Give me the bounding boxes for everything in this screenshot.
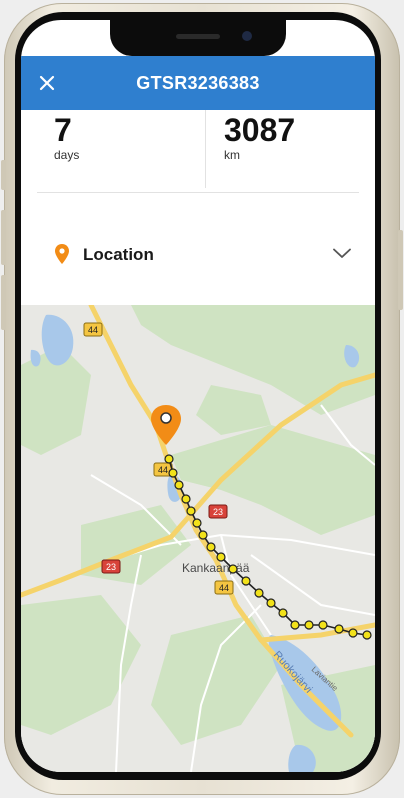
front-camera [242, 31, 252, 41]
route-point [348, 628, 358, 638]
route-shield-23-left: 23 [101, 559, 121, 574]
route-point [174, 480, 184, 490]
route-point [206, 542, 216, 552]
route-point [228, 564, 238, 574]
route-shield-44-top: 44 [83, 322, 103, 337]
svg-text:23: 23 [213, 507, 223, 517]
map-view[interactable]: 44 44 44 23 23 Kankaanpää Ruokojärvi Lav… [21, 305, 375, 772]
route-point [198, 530, 208, 540]
route-point [304, 620, 314, 630]
town-label: Kankaanpää [182, 561, 250, 575]
stat-days: 7 days [54, 110, 79, 192]
section-divider [37, 192, 359, 193]
svg-text:44: 44 [158, 465, 168, 475]
route-point [362, 630, 372, 640]
speaker-grille [176, 34, 220, 39]
close-icon [39, 75, 55, 91]
days-value: 7 [54, 112, 72, 148]
svg-text:23: 23 [106, 562, 116, 572]
route-point [266, 598, 276, 608]
stats-panel: 7 days 3087 km [21, 110, 375, 192]
app-header: GTSR3236383 [21, 56, 375, 110]
route-point [254, 588, 264, 598]
route-point [186, 506, 196, 516]
route-point [278, 608, 288, 618]
distance-value: 3087 [224, 112, 296, 148]
volume-up-button [1, 210, 6, 265]
page-title: GTSR3236383 [136, 72, 260, 93]
route-point [334, 624, 344, 634]
distance-unit: km [224, 148, 240, 162]
route-point [192, 518, 202, 528]
route-point [241, 576, 251, 586]
chevron-down-icon [333, 248, 351, 258]
days-unit: days [54, 148, 80, 162]
svg-text:44: 44 [88, 325, 98, 335]
route-point [216, 552, 226, 562]
location-label: Location [83, 245, 154, 264]
location-pin-icon [55, 244, 69, 264]
route-point [290, 620, 300, 630]
power-button [398, 230, 403, 310]
stat-distance: 3087 km [224, 110, 295, 192]
stats-divider [205, 110, 206, 188]
route-point [164, 454, 174, 464]
notch [110, 20, 286, 56]
phone-screen: GTSR3236383 7 days 3087 km Location 44 4… [21, 20, 375, 772]
volume-down-button [1, 275, 6, 330]
route-point [181, 494, 191, 504]
close-button[interactable] [33, 69, 61, 97]
mute-switch [1, 160, 6, 190]
route-shield-23-right: 23 [208, 504, 228, 519]
route-point [318, 620, 328, 630]
svg-text:44: 44 [219, 583, 229, 593]
route-point [168, 468, 178, 478]
route-shield-44-low: 44 [214, 580, 234, 595]
location-section-toggle[interactable]: Location [21, 230, 375, 280]
